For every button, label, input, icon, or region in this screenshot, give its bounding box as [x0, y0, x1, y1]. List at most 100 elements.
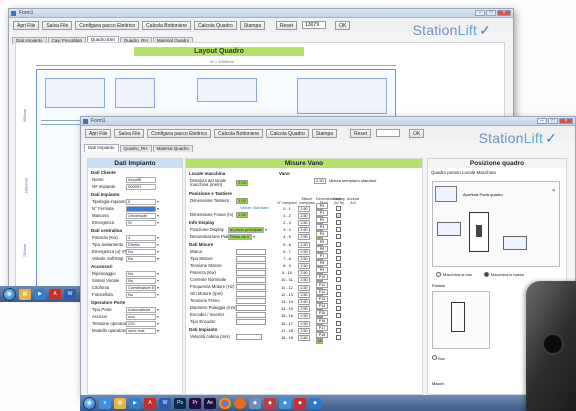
access-checkbox[interactable] — [336, 327, 341, 333]
floor-height-field[interactable]: 2.50 — [298, 306, 310, 313]
ie-icon[interactable]: e — [99, 397, 111, 409]
floor-height-field[interactable]: 2.50 — [298, 234, 310, 241]
chevron-down-icon[interactable]: ▾ — [156, 242, 162, 247]
chevron-down-icon[interactable]: ▾ — [156, 292, 162, 297]
radio-side[interactable] — [436, 272, 441, 277]
folder-icon[interactable]: ▤ — [19, 288, 31, 300]
minimize-button[interactable]: – — [537, 118, 547, 124]
client-name-field[interactable]: Ascalift — [126, 176, 156, 183]
photocell-select[interactable]: No — [126, 291, 156, 298]
standard-floor-height-field[interactable]: 2.50 — [314, 177, 326, 184]
access-checkbox[interactable] — [336, 227, 341, 233]
floor-height-field[interactable]: 2.50 — [298, 212, 310, 219]
app-icon[interactable]: ◆ — [264, 397, 276, 409]
display-position-select[interactable]: al piano principale — [228, 226, 264, 233]
tab-material-quadro[interactable]: Material Quadro — [152, 145, 193, 152]
tab-quadro-rh[interactable]: Quadro_RH — [119, 145, 152, 152]
word-icon[interactable]: W — [159, 397, 171, 409]
chevron-down-icon[interactable]: ▾ — [156, 321, 162, 326]
calc-board-button[interactable]: Calcola Quadro — [194, 20, 237, 30]
floor-height-field[interactable]: 2.50 — [298, 327, 310, 334]
floor-height-field[interactable]: 2.50 — [298, 248, 310, 255]
access-checkbox[interactable] — [336, 263, 341, 269]
radio-sxv[interactable] — [432, 355, 437, 360]
floor-height-field[interactable]: 2.50 — [298, 263, 310, 270]
floor-height-field[interactable]: 2.50 — [298, 205, 310, 212]
folder-icon[interactable]: ▤ — [114, 397, 126, 409]
close-button[interactable]: × — [559, 118, 573, 124]
chevron-down-icon[interactable]: ▾ — [156, 307, 162, 312]
media-icon[interactable]: ▶ — [34, 288, 46, 300]
start-orb-icon[interactable]: ❖ — [3, 287, 16, 301]
pdf-icon[interactable]: A — [144, 397, 156, 409]
start-type-select[interactable]: Diretto — [126, 241, 156, 248]
access-checkbox[interactable] — [336, 205, 341, 211]
motor-field[interactable] — [236, 304, 266, 311]
access-checkbox[interactable] — [336, 219, 341, 225]
ps-icon[interactable]: Ps — [174, 397, 186, 409]
plant-type-select[interactable]: 5 — [126, 198, 156, 205]
motor-field[interactable] — [236, 269, 266, 276]
close-button[interactable]: × — [497, 10, 511, 16]
keypad-size-field[interactable]: 1.00 — [236, 197, 248, 204]
chevron-down-icon[interactable]: ▾ — [156, 213, 162, 218]
chevron-down-icon[interactable]: ▾ — [156, 235, 162, 240]
recovery-select[interactable]: No — [126, 270, 156, 277]
access-checkbox[interactable] — [336, 306, 341, 312]
motor-field[interactable] — [236, 297, 266, 304]
minimize-button[interactable]: – — [475, 10, 485, 16]
reset-button[interactable]: Reset — [350, 128, 372, 138]
chevron-down-icon[interactable]: ▾ — [156, 199, 162, 204]
chevron-down-icon[interactable]: ▾ — [156, 256, 162, 261]
operator-model-select[interactable]: serie mat — [126, 327, 156, 334]
motor-field[interactable] — [236, 290, 266, 297]
floor-height-field[interactable]: 2.50 — [298, 320, 310, 327]
app-icon[interactable]: ◆ — [309, 397, 321, 409]
app-icon[interactable]: ◆ — [294, 397, 306, 409]
chevron-down-icon[interactable]: ▾ — [252, 234, 258, 239]
floor-height-field[interactable]: 2.50 — [298, 277, 310, 284]
motor-field[interactable] — [236, 255, 266, 262]
floor-height-field[interactable]: 2.50 — [298, 313, 310, 320]
motor-field[interactable] — [236, 248, 266, 255]
print-button[interactable]: Stampa — [239, 20, 266, 30]
floor-height-field[interactable]: 2.50 — [298, 255, 310, 262]
access-checkbox[interactable] — [336, 255, 341, 261]
code-input[interactable]: 13079 — [302, 21, 327, 29]
maximize-button[interactable]: □ — [486, 10, 496, 16]
open-file-button[interactable]: Apri File — [13, 20, 40, 30]
floor-height-field[interactable]: 2.50 — [298, 270, 310, 277]
code-input[interactable] — [376, 129, 401, 137]
floor-height-field[interactable]: 2.50 — [298, 291, 310, 298]
speed-field[interactable] — [236, 333, 262, 340]
firefox-icon[interactable] — [234, 397, 246, 409]
chevron-down-icon[interactable]: ▾ — [156, 249, 162, 254]
save-file-button[interactable]: Salva File — [42, 20, 73, 30]
power-select[interactable]: 4 — [126, 234, 156, 241]
motor-field[interactable] — [236, 311, 266, 318]
media-icon[interactable]: ▶ — [129, 397, 141, 409]
access-checkbox[interactable] — [336, 299, 341, 305]
operator-voltage-select[interactable]: 220 — [126, 320, 156, 327]
chevron-down-icon[interactable]: ▾ — [264, 227, 270, 232]
pdf-icon[interactable]: A — [49, 288, 61, 300]
calc-panels-button[interactable]: Calcola Bottoniere — [214, 128, 264, 138]
save-file-button[interactable]: Salva File — [114, 128, 145, 138]
floor-height-field[interactable]: 2.50 — [298, 219, 310, 226]
tab-dati-impianto[interactable]: Dati Impianto — [84, 144, 119, 152]
access-checkbox[interactable] — [336, 248, 341, 254]
chrome-icon[interactable] — [219, 397, 231, 409]
chevron-down-icon[interactable]: ▾ — [156, 328, 162, 333]
close-icon[interactable]: × — [552, 188, 555, 194]
access-checkbox[interactable] — [336, 284, 341, 290]
chevron-down-icon[interactable]: ▾ — [156, 285, 162, 290]
access-checkbox[interactable] — [336, 234, 341, 240]
access-checkbox[interactable] — [336, 320, 341, 326]
chevron-down-icon[interactable]: ▾ — [156, 206, 162, 211]
motor-field[interactable] — [236, 262, 266, 269]
access-checkbox[interactable]: ✓ — [336, 213, 341, 219]
access-checkbox[interactable] — [336, 334, 341, 340]
door-type-select[interactable]: Automatiche — [126, 306, 156, 313]
configure-electric-button[interactable]: Configura pacco Elettrico — [147, 128, 212, 138]
stops-select[interactable] — [126, 205, 156, 212]
